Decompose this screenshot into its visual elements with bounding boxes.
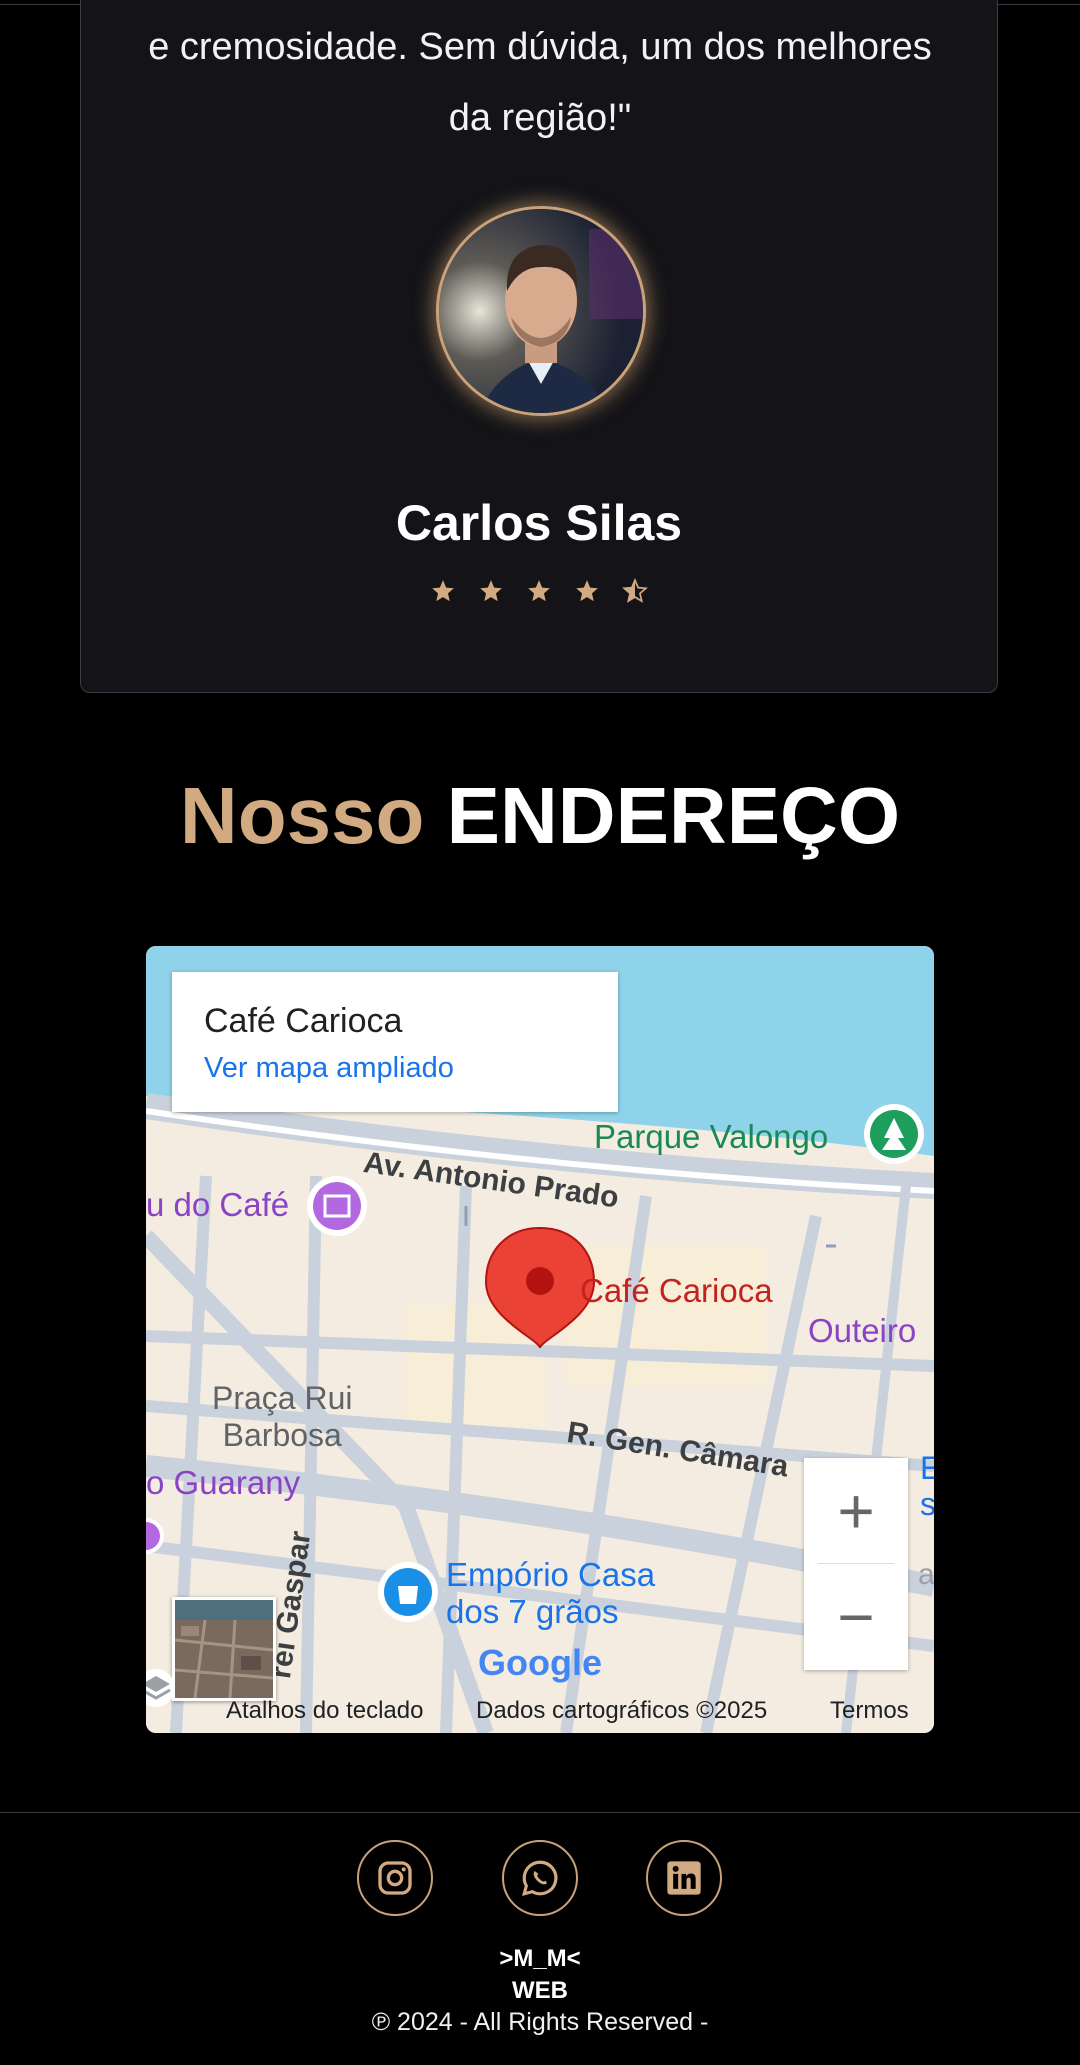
rating-stars — [81, 577, 997, 609]
map-label-emporio: Empório Casa dos 7 grãos — [446, 1556, 655, 1630]
google-logo: Google — [478, 1642, 602, 1683]
author-name: Carlos Silas — [395, 495, 683, 551]
enlarge-map-link[interactable]: Ver mapa ampliado — [204, 1052, 454, 1085]
map-label-museum: u do Café — [146, 1186, 290, 1223]
map-label-edge-at: at — [918, 1558, 934, 1591]
map-label-park: Parque Valongo — [594, 1118, 829, 1155]
map-place-card: Café Carioca Ver mapa ampliado — [172, 972, 618, 1112]
author-avatar — [436, 206, 646, 416]
map-label-outeiro: Outeiro — [808, 1312, 917, 1349]
zoom-controls: + − — [804, 1458, 908, 1670]
title-accent: Nosso — [179, 771, 425, 860]
avatar-photo — [439, 209, 643, 413]
emporio-line-1: Empório Casa — [446, 1556, 656, 1593]
keyboard-shortcuts-link[interactable]: Atalhos do teclado — [226, 1697, 423, 1725]
brand-line-2: WEB — [512, 1977, 568, 2004]
quote-line-2: da região!" — [448, 97, 632, 139]
star-full-icon — [528, 580, 550, 602]
title-main: ENDEREÇO — [446, 771, 901, 860]
linkedin-button[interactable] — [646, 1840, 722, 1916]
instagram-icon — [378, 1861, 412, 1895]
map-label-marker: Café Carioca — [580, 1272, 773, 1309]
star-half-icon — [622, 577, 648, 603]
zoom-out-button[interactable]: − — [804, 1564, 908, 1669]
satellite-thumbnail — [175, 1600, 273, 1698]
map-label-guarany: o Guarany — [146, 1464, 301, 1501]
whatsapp-icon — [522, 1860, 558, 1896]
praca-line-2: Barbosa — [222, 1417, 342, 1453]
terms-link[interactable]: Termos — [830, 1697, 909, 1725]
satellite-toggle[interactable] — [172, 1597, 276, 1701]
map-place-name: Café Carioca — [204, 1002, 403, 1040]
emporio-line-2: dos 7 grãos — [446, 1593, 619, 1630]
instagram-button[interactable] — [357, 1840, 433, 1916]
map-embed[interactable]: Parque Valongo Av. Antonio Prado u do Ca… — [146, 946, 934, 1733]
quote-line-1: e cremosidade. Sem dúvida, um dos melhor… — [148, 26, 932, 68]
testimonial-card: e cremosidade. Sem dúvida, um dos melhor… — [80, 0, 998, 693]
footer-divider — [0, 1812, 1080, 1813]
star-full-icon — [480, 580, 502, 602]
map-label-edge-b: E — [920, 1450, 934, 1486]
praca-line-1: Praça Rui — [212, 1380, 353, 1416]
map-label-praca: Praça Rui Barbosa — [212, 1380, 353, 1454]
testimonial-quote: e cremosidade. Sem dúvida, um dos melhor… — [121, 12, 959, 154]
brand-line-1: >M_M< — [499, 1945, 581, 1972]
star-full-icon — [432, 580, 454, 602]
copyright-text: ℗ 2024 - All Rights Reserved - — [371, 2008, 709, 2036]
star-full-icon — [576, 580, 598, 602]
linkedin-icon — [667, 1861, 701, 1895]
map-attribution-bar: Atalhos do teclado Dados cartográficos ©… — [146, 1693, 934, 1733]
zoom-in-button[interactable]: + — [804, 1458, 908, 1563]
whatsapp-button[interactable] — [502, 1840, 578, 1916]
address-section-title: Nosso ENDEREÇO — [0, 770, 1080, 862]
map-label-edge-st: st — [920, 1486, 934, 1522]
map-data-credit: Dados cartográficos ©2025 — [476, 1697, 768, 1724]
